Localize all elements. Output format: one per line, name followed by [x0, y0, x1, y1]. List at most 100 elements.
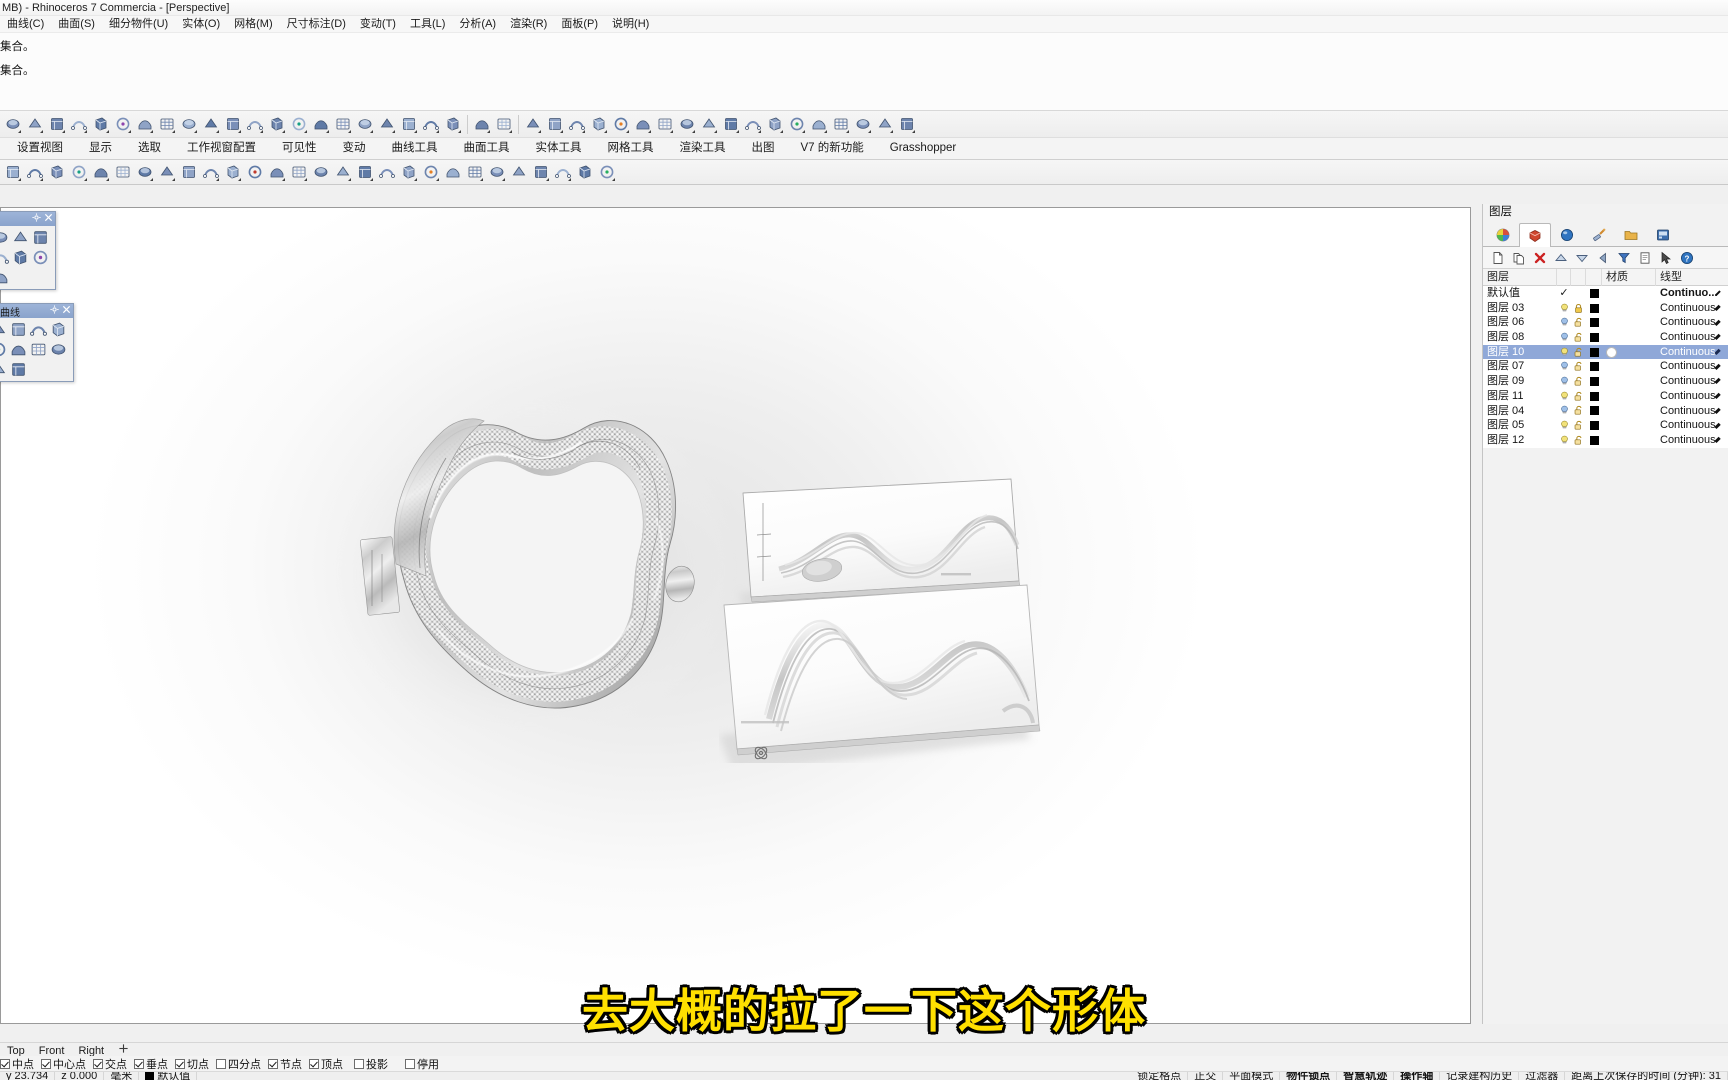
float-toolbar-solid[interactable]: 立曲线 — [0, 303, 74, 382]
cap-icon[interactable] — [0, 340, 8, 359]
layer-linetype-cell[interactable]: Continuous — [1656, 404, 1722, 419]
layer-name-cell[interactable]: 图层 11 — [1483, 389, 1557, 404]
layer-material-cell[interactable] — [1602, 389, 1656, 404]
copy-icon[interactable] — [24, 162, 45, 183]
layer-lock-toggle[interactable] — [1571, 389, 1586, 404]
osnap-vertex[interactable]: 顶点 — [309, 1056, 343, 1071]
surface-highlight-icon[interactable] — [29, 340, 48, 359]
layer-material-icon[interactable] — [398, 162, 419, 183]
display-mode-icon[interactable] — [764, 114, 785, 135]
perspective-viewport[interactable] — [0, 207, 1471, 1024]
osnap-disable[interactable]: 停用 — [405, 1056, 439, 1071]
layer-name-cell[interactable]: 图层 07 — [1483, 359, 1557, 374]
layer-lock-toggle[interactable] — [1571, 315, 1586, 330]
layer-visibility-toggle[interactable] — [1557, 404, 1571, 419]
layer-visibility-toggle[interactable] — [1557, 389, 1571, 404]
table-row[interactable]: 默认值 ✓ Continuo... — [1483, 286, 1728, 301]
layer-lock-toggle[interactable] — [1571, 330, 1586, 345]
new-layer-icon[interactable] — [1488, 248, 1507, 267]
layer-linetype-cell[interactable]: Continuous — [1656, 301, 1722, 316]
layer-visibility-toggle[interactable] — [1557, 433, 1571, 448]
light-icon[interactable] — [610, 114, 631, 135]
tab-whats-new-v7[interactable]: V7 的新功能 — [788, 138, 877, 159]
table-row[interactable]: 图层 10 Continuous — [1483, 344, 1728, 360]
menu-transform[interactable]: 变动(T) — [353, 16, 403, 32]
menu-curve[interactable]: 曲线(C) — [0, 16, 51, 32]
sphere-icon[interactable] — [2, 114, 23, 135]
shaded-view-icon[interactable] — [442, 162, 463, 183]
layer-material-cell[interactable] — [1602, 433, 1656, 448]
table-row[interactable]: 图层 04 Continuous — [1483, 404, 1728, 419]
lock-snapshot-icon[interactable] — [808, 114, 829, 135]
ghosted-view-icon[interactable] — [486, 162, 507, 183]
layer-linetype-cell[interactable]: Continuous — [1656, 418, 1722, 433]
tab-materials-icon[interactable] — [1583, 222, 1615, 246]
status-gumball[interactable]: 操作轴 — [1394, 1072, 1441, 1080]
layer-visibility-toggle[interactable] — [1557, 345, 1571, 360]
tab-layers-icon[interactable] — [1519, 223, 1551, 247]
gumball-gizmo[interactable] — [750, 742, 772, 764]
layer-visibility-toggle[interactable] — [1557, 330, 1571, 345]
properties-icon[interactable] — [1635, 248, 1654, 267]
layer-lock-toggle[interactable] — [1571, 418, 1586, 433]
sweep1-icon[interactable] — [90, 114, 111, 135]
tab-display-icon[interactable] — [1647, 222, 1679, 246]
layout-icon[interactable] — [830, 114, 851, 135]
cube-icon[interactable] — [49, 340, 68, 359]
layer-color-swatch[interactable] — [1586, 301, 1602, 316]
bake-icon[interactable] — [742, 114, 763, 135]
layer-name-cell[interactable]: 图层 04 — [1483, 404, 1557, 419]
tab-curve-tools[interactable]: 曲线工具 — [379, 138, 451, 159]
layer-color-swatch[interactable] — [1586, 433, 1602, 448]
checkbox-osnap-project[interactable] — [354, 1058, 364, 1069]
layer-color-swatch[interactable] — [1586, 315, 1602, 330]
command-history-pane[interactable]: 集合。集合。集合。 — [0, 33, 1728, 111]
move-down-icon[interactable] — [1572, 248, 1591, 267]
fillet-surface-icon[interactable] — [244, 114, 265, 135]
column-header-on[interactable] — [1557, 268, 1571, 286]
layer-name-cell[interactable]: 图层 09 — [1483, 374, 1557, 389]
sweep2-icon[interactable] — [112, 114, 133, 135]
layer-lock-toggle[interactable] — [1571, 433, 1586, 448]
gear-icon[interactable] — [50, 305, 59, 317]
freeform-curve-icon[interactable] — [0, 268, 10, 287]
layer-name-cell[interactable]: 图层 05 — [1483, 418, 1557, 433]
show-icon[interactable] — [288, 162, 309, 183]
status-units[interactable]: 毫米 — [104, 1072, 140, 1080]
circle-points-icon[interactable] — [31, 228, 50, 247]
color-picker-icon[interactable] — [786, 114, 807, 135]
tab-mesh-tools[interactable]: 网格工具 — [595, 138, 667, 159]
current-layer-check[interactable]: ✓ — [1557, 286, 1571, 301]
text-icon[interactable] — [493, 114, 514, 135]
render-icon[interactable] — [522, 114, 543, 135]
checkbox-osnap-knot[interactable] — [268, 1058, 278, 1069]
status-planar[interactable]: 平面模式 — [1223, 1072, 1281, 1080]
layer-color-swatch[interactable] — [1586, 359, 1602, 374]
clipping-plane-icon[interactable] — [896, 114, 917, 135]
spotlight-icon[interactable] — [632, 114, 653, 135]
table-row[interactable]: 图层 11 Continuous — [1483, 389, 1728, 404]
box-icon[interactable] — [266, 114, 287, 135]
layer-lock-toggle[interactable] — [1571, 286, 1586, 301]
table-row[interactable]: 图层 03 Continuous — [1483, 301, 1728, 316]
layer-lock-toggle[interactable] — [1571, 359, 1586, 374]
points-cloud-icon[interactable] — [49, 320, 68, 339]
column-header-linetype[interactable]: 线型 — [1656, 269, 1722, 286]
polyline-icon[interactable] — [31, 248, 50, 267]
table-row[interactable]: 图层 06 Continuous — [1483, 315, 1728, 330]
move-icon[interactable] — [112, 162, 133, 183]
status-time-since-save[interactable]: 距离上次保存的时间 (分钟): 31 — [1565, 1072, 1728, 1080]
boolean-union-icon[interactable] — [310, 114, 331, 135]
gear-icon[interactable] — [32, 213, 41, 225]
extrude-box-icon[interactable] — [9, 360, 28, 379]
layer-color-swatch[interactable] — [1586, 330, 1602, 345]
parabola-icon[interactable] — [11, 248, 30, 267]
layer-lock-toggle[interactable] — [1571, 374, 1586, 389]
pan-icon[interactable] — [90, 162, 111, 183]
render-settings-icon[interactable] — [530, 162, 551, 183]
menu-analyze[interactable]: 分析(A) — [452, 16, 503, 32]
layer-name-cell[interactable]: 图层 10 — [1483, 345, 1557, 360]
status-grid-snap[interactable]: 锁定格点 — [1131, 1072, 1189, 1080]
color-wheel-icon[interactable] — [420, 162, 441, 183]
zoom-selected-icon[interactable] — [200, 162, 221, 183]
